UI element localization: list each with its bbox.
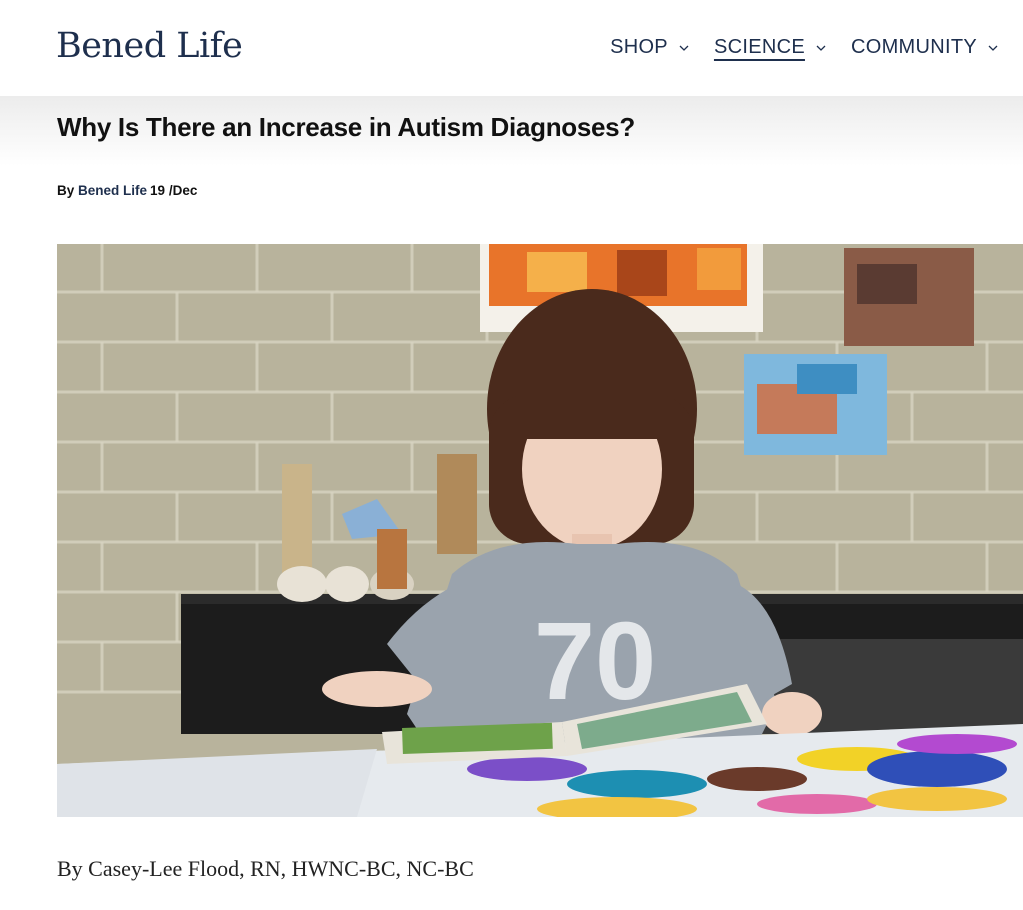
chevron-down-icon [988,45,998,51]
site-header: Bened Life SHOP SCIENCE COMMUNITY [0,0,1023,96]
article-meta: By Bened Life 19 /Dec [57,183,197,198]
by-prefix: By [57,183,75,198]
hero-photo-illustration: 70 [57,244,1023,817]
article-title: Why Is There an Increase in Autism Diagn… [57,112,635,142]
hero-image: 70 [57,244,1023,817]
site-logo[interactable]: Bened Life [56,26,243,66]
jersey-number: 70 [534,600,656,723]
author-link[interactable]: Bened Life [78,183,147,198]
article-byline: By Casey-Lee Flood, RN, HWNC-BC, NC-BC [57,856,474,881]
nav-item-community[interactable]: COMMUNITY [851,36,999,59]
chevron-down-icon [679,45,689,51]
nav-item-label: COMMUNITY [850,36,977,58]
main-nav: SHOP SCIENCE COMMUNITY [610,36,999,59]
chevron-down-icon [816,45,826,51]
nav-item-label: SHOP [610,36,668,58]
nav-item-shop[interactable]: SHOP [610,36,690,59]
article-date: 19 /Dec [150,183,198,198]
nav-item-science[interactable]: SCIENCE [714,36,827,59]
nav-item-label: SCIENCE [713,36,805,58]
